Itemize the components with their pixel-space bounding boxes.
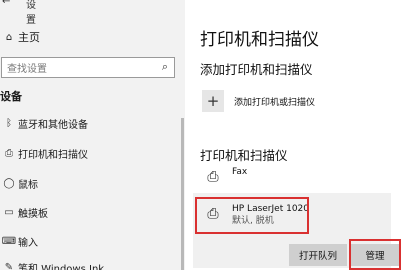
printer-highlight-box [195,197,309,234]
main-content: 打印机和扫描仪 添加打印机和扫描仪 + 添加打印机或扫描仪 打印机和扫描仪 ⎙ … [185,0,404,270]
printer-icon: ⎙ [207,169,219,185]
sidebar-item-label: 蓝牙和其他设备 [18,119,88,131]
add-printer-label: 添加打印机或扫描仪 [234,97,316,108]
home-label: 主页 [18,31,40,44]
sidebar-item-mouse[interactable]: ◯ 鼠标 [0,174,38,192]
home-link[interactable]: ⌂ 主页 [0,28,40,46]
search-placeholder: 查找设置 [7,64,47,75]
search-icon[interactable]: ⌕ [162,60,168,74]
sidebar-item-label: 鼠标 [18,179,38,191]
settings-nav: ← 设置 ⌂ 主页 查找设置 ⌕ 设备 ᛒ 蓝牙和其他设备 ⎙ 打印机和扫描仪 … [0,0,185,270]
sidebar-item-label: 笔和 Windows Ink [18,263,105,270]
printer-item-fax[interactable]: ⎙ Fax [202,166,247,188]
search-input[interactable]: 查找设置 ⌕ [1,57,175,78]
open-queue-button[interactable]: 打开队列 [289,244,347,266]
home-icon: ⌂ [5,31,13,43]
mouse-icon: ◯ [3,177,15,189]
bluetooth-icon: ᛒ [6,117,12,129]
pen-icon: ✎ [4,261,14,270]
sidebar-item-typing[interactable]: ⌨ 输入 [0,232,38,250]
printers-section-heading: 打印机和扫描仪 [200,148,288,163]
sidebar-item-label: 触摸板 [18,208,48,220]
back-arrow-icon[interactable]: ← [2,0,10,7]
sidebar-item-pen[interactable]: ✎ 笔和 Windows Ink [0,258,104,270]
printer-icon: ⎙ [5,147,13,159]
sidebar-item-label: 输入 [18,237,38,249]
settings-title: 设置 [26,0,36,26]
manage-highlight-box [349,239,401,270]
touchpad-icon: ▭ [4,206,14,218]
keyboard-icon: ⌨ [1,235,17,247]
add-section-heading: 添加打印机和扫描仪 [200,62,313,77]
sidebar-item-touchpad[interactable]: ▭ 触摸板 [0,203,48,221]
add-printer-button[interactable]: + 添加打印机或扫描仪 [202,90,315,112]
sidebar-item-label: 打印机和扫描仪 [18,149,88,161]
printer-name: Fax [232,167,248,177]
sidebar-item-printers[interactable]: ⎙ 打印机和扫描仪 [0,144,88,162]
plus-icon: + [202,90,224,112]
nav-scrollbar[interactable] [181,118,184,270]
sidebar-item-bluetooth[interactable]: ᛒ 蓝牙和其他设备 [0,114,88,132]
devices-section-label: 设备 [0,90,22,103]
page-title: 打印机和扫描仪 [200,30,319,50]
